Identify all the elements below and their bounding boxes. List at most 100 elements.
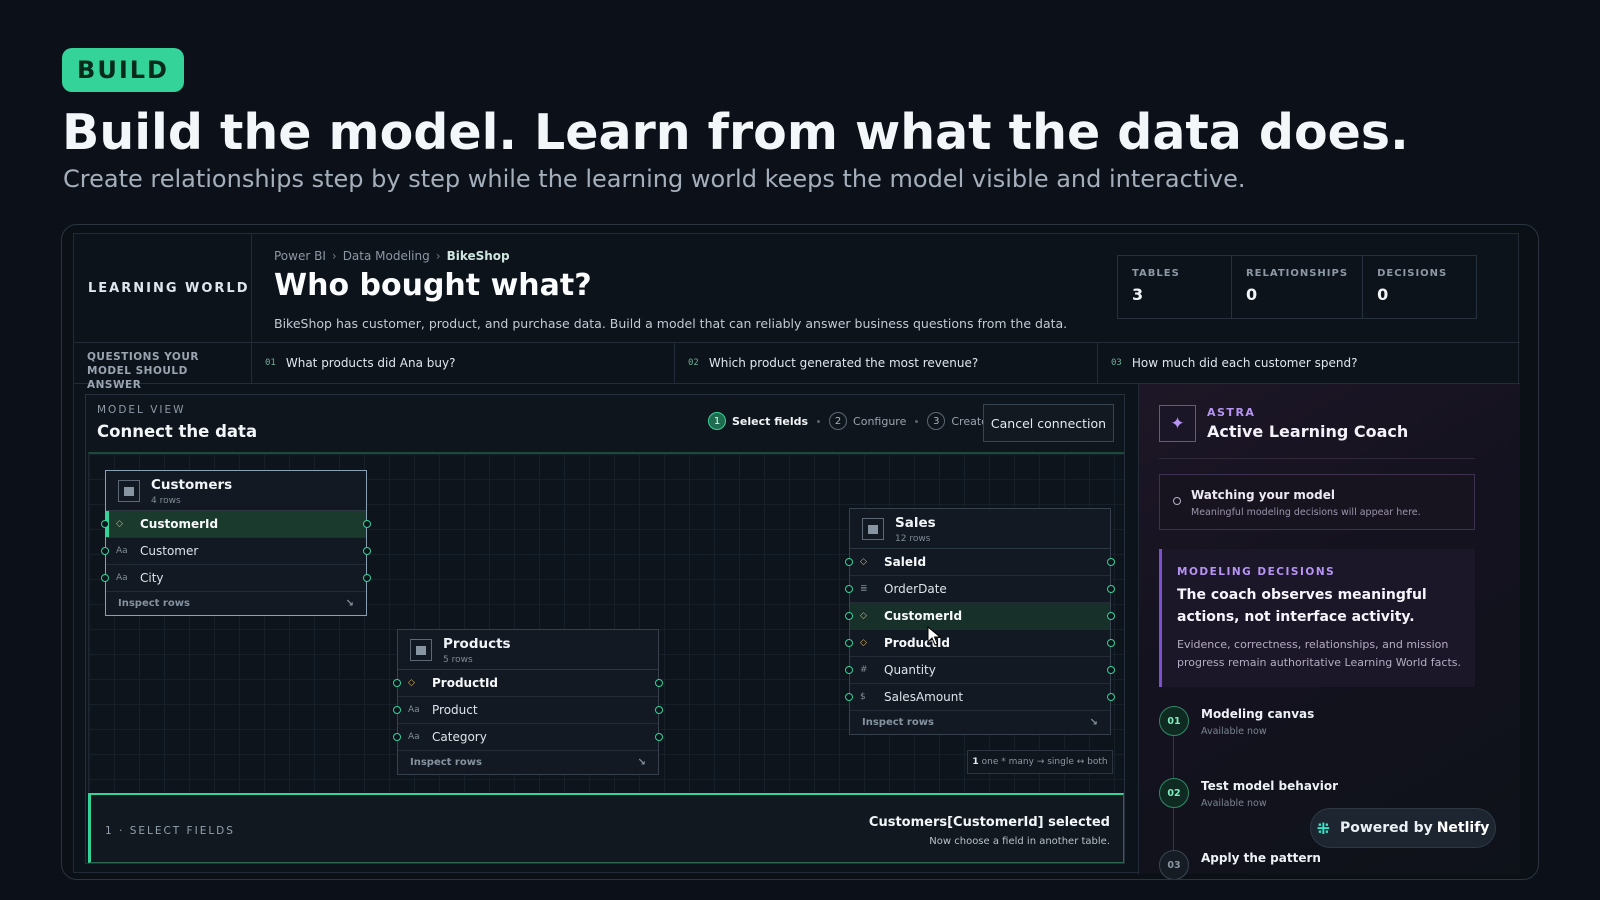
step-separator — [817, 419, 821, 423]
connector-left-icon[interactable] — [101, 520, 109, 528]
field-name: OrderDate — [884, 582, 947, 596]
table-name: Sales — [895, 515, 936, 531]
milestone-number: 02 — [1159, 778, 1189, 808]
question-item[interactable]: 02 Which product generated the most reven… — [675, 343, 1098, 383]
key-icon: ◇ — [860, 611, 867, 621]
inspect-rows-button[interactable]: Inspect rows ↘ — [106, 592, 366, 615]
step-number: 2 — [829, 412, 848, 430]
connector-right-icon[interactable] — [1107, 639, 1115, 647]
stat-value: 0 — [1377, 285, 1389, 304]
inspect-rows-button[interactable]: Inspect rows ↘ — [850, 711, 1110, 734]
field-row[interactable]: Aa Category — [393, 724, 663, 751]
connector-left-icon[interactable] — [845, 612, 853, 620]
legend-one: 1 — [972, 757, 979, 767]
connector-left-icon[interactable] — [101, 547, 109, 555]
date-type-icon: ≣ — [860, 584, 868, 594]
field-row[interactable]: ◇ ProductId — [845, 630, 1115, 657]
learning-world-frame: LEARNING WORLD Power BI › Data Modeling › Bi… — [61, 224, 1539, 880]
breadcrumb-item[interactable]: Power BI — [274, 249, 326, 263]
cancel-connection-button[interactable]: Cancel connection — [983, 404, 1114, 442]
table-customers[interactable]: Customers 4 rows ◇ CustomerId Aa Customer A… — [101, 470, 371, 616]
connector-left-icon[interactable] — [845, 558, 853, 566]
connector-right-icon[interactable] — [655, 679, 663, 687]
stats-panel: TABLES 3 RELATIONSHIPS 0 DECISIONS 0 — [1117, 255, 1477, 319]
field-name: ProductId — [432, 676, 498, 690]
table-row-count: 12 rows — [895, 534, 931, 544]
connector-right-icon[interactable] — [363, 547, 371, 555]
connector-right-icon[interactable] — [1107, 693, 1115, 701]
stat-tables: TABLES 3 — [1118, 256, 1232, 318]
inspect-rows-label: Inspect rows — [118, 598, 190, 609]
connector-left-icon[interactable] — [845, 693, 853, 701]
connector-left-icon[interactable] — [393, 733, 401, 741]
table-header[interactable]: Sales 12 rows — [850, 509, 1110, 549]
stat-label: DECISIONS — [1377, 268, 1448, 279]
field-row[interactable]: Aa Product — [393, 697, 663, 724]
decisions-title: The coach observes meaningful actions, n… — [1177, 587, 1427, 625]
connector-right-icon[interactable] — [1107, 585, 1115, 593]
table-name: Products — [443, 636, 511, 652]
coach-name: ASTRA — [1207, 406, 1256, 419]
table-header[interactable]: Customers 4 rows — [106, 471, 366, 511]
modeling-decisions-card: MODELING DECISIONS The coach observes me… — [1159, 549, 1475, 687]
mouse-cursor-icon — [927, 626, 941, 646]
step-label: Select fields — [732, 414, 809, 428]
connection-stepper: 1 Select fields 2 Configure 3 Create — [708, 412, 988, 430]
connector-left-icon[interactable] — [845, 639, 853, 647]
question-item[interactable]: 03 How much did each customer spend? — [1098, 343, 1520, 383]
field-row[interactable]: Aa Customer — [101, 538, 371, 565]
connector-left-icon[interactable] — [845, 585, 853, 593]
breadcrumb-item[interactable]: Data Modeling — [343, 249, 430, 263]
learning-world-brand: LEARNING WORLD — [74, 234, 252, 342]
model-view: MODEL VIEW Connect the data 1 Select fiel… — [85, 394, 1125, 864]
connector-left-icon[interactable] — [393, 679, 401, 687]
breadcrumb: Power BI › Data Modeling › BikeShop — [274, 249, 510, 263]
table-icon — [118, 480, 140, 502]
table-name: Customers — [151, 477, 233, 493]
field-row[interactable]: Aa City — [101, 565, 371, 592]
questions-bar: QUESTIONS YOUR MODEL SHOULD ANSWER 01 Wha… — [74, 342, 1520, 391]
connector-right-icon[interactable] — [363, 574, 371, 582]
field-name: Quantity — [884, 663, 936, 677]
coach-panel: ✦ ASTRA Active Learning Coach Watching y… — [1138, 384, 1520, 879]
inspect-rows-button[interactable]: Inspect rows ↘ — [398, 751, 658, 774]
status-dot-icon — [1173, 497, 1181, 505]
field-row[interactable]: $ SalesAmount — [845, 684, 1115, 711]
connector-left-icon[interactable] — [845, 666, 853, 674]
connector-right-icon[interactable] — [363, 520, 371, 528]
step-number: 1 — [708, 412, 726, 430]
table-products[interactable]: Products 5 rows ◇ ProductId Aa Product Aa Ca… — [393, 629, 663, 775]
connector-right-icon[interactable] — [655, 706, 663, 714]
field-row[interactable]: ◇ CustomerId — [101, 511, 371, 538]
question-item[interactable]: 01 What products did Ana buy? — [252, 343, 675, 383]
connector-right-icon[interactable] — [655, 733, 663, 741]
key-icon: ◇ — [860, 638, 867, 648]
connector-left-icon[interactable] — [393, 706, 401, 714]
connector-right-icon[interactable] — [1107, 558, 1115, 566]
field-row[interactable]: # Quantity — [845, 657, 1115, 684]
text-type-icon: Aa — [408, 705, 420, 715]
expand-icon: ↘ — [345, 598, 354, 609]
table-sales[interactable]: Sales 12 rows ◇ SaleId ≣ OrderDate ◇ Custome… — [845, 508, 1115, 735]
question-number: 03 — [1111, 358, 1122, 368]
field-row[interactable]: ◇ CustomerId — [845, 603, 1115, 630]
connector-left-icon[interactable] — [101, 574, 109, 582]
milestone-status: Available now — [1201, 798, 1267, 809]
table-row-count: 4 rows — [151, 496, 181, 506]
connector-right-icon[interactable] — [1107, 612, 1115, 620]
field-row[interactable]: ◇ ProductId — [393, 670, 663, 697]
key-icon: ◇ — [860, 557, 867, 567]
table-header[interactable]: Products 5 rows — [398, 630, 658, 670]
field-row[interactable]: ◇ SaleId — [845, 549, 1115, 576]
netlify-brand: Netlify — [1436, 820, 1490, 836]
selection-message: Customers[CustomerId] selected — [868, 815, 1110, 830]
field-row[interactable]: ≣ OrderDate — [845, 576, 1115, 603]
connector-right-icon[interactable] — [1107, 666, 1115, 674]
step-select-fields: 1 Select fields — [708, 412, 808, 430]
field-name: Product — [432, 703, 478, 717]
powered-by-netlify-badge[interactable]: ⁜ Powered by Netlify — [1310, 808, 1496, 848]
milestone-status: Available now — [1201, 726, 1267, 737]
question-text: How much did each customer spend? — [1131, 356, 1358, 370]
question-number: 02 — [688, 358, 699, 368]
modeling-canvas[interactable]: Customers 4 rows ◇ CustomerId Aa Customer A… — [88, 452, 1124, 792]
